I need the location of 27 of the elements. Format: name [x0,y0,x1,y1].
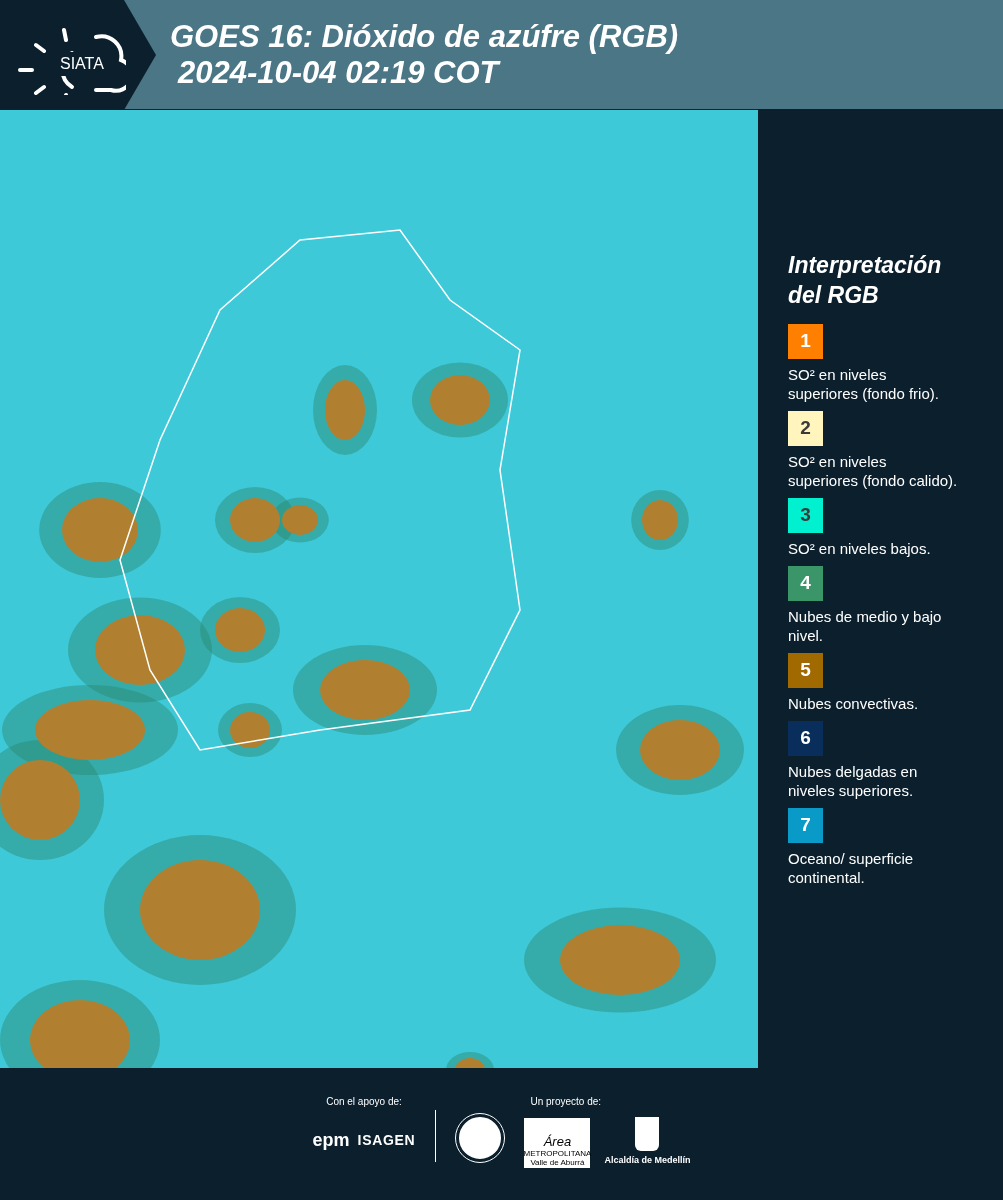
legend-label: SO² en niveles bajos. [788,539,932,558]
seal-icon [456,1114,505,1162]
legend-title: Interpretación del RGB [788,251,943,310]
legend-label: SO² en niveles superiores (fondo calido). [788,452,958,490]
legend-label: Nubes convectivas. [788,694,920,713]
legend-label: Oceano/ superficie continental. [788,849,915,887]
legend-label: SO² en niveles superiores (fondo frio). [788,365,940,403]
support-label: Con el apoyo de: [326,1095,402,1109]
coat-of-arms-icon [635,1117,660,1151]
legend-swatch: 6 [788,721,823,756]
epm-logo: epm [312,1129,350,1152]
legend-swatch: 2 [788,411,823,446]
legend-swatch: 3 [788,498,823,533]
timestamp: 2024-10-04 02:19 COT [178,54,502,91]
legend-swatch: 4 [788,566,823,601]
legend-swatch: 1 [788,324,823,359]
legend-label: Nubes de medio y bajo nivel. [788,607,943,645]
project-label: Un proyecto de: [530,1095,602,1109]
legend-swatch: 7 [788,808,823,843]
city-logo-text: Alcaldía de Medellín [604,1154,691,1167]
logo-text: SIATA [58,51,106,76]
area-logo-line: Valle de Aburrá [530,1157,585,1167]
area-logo-title: Área [543,1134,572,1149]
isagen-logo: ISAGEN [357,1131,416,1150]
legend-swatch: 5 [788,653,823,688]
legend-label: Nubes delgadas en niveles superiores. [788,762,919,800]
page-title: GOES 16: Dióxido de azúfre (RGB) [170,18,679,55]
